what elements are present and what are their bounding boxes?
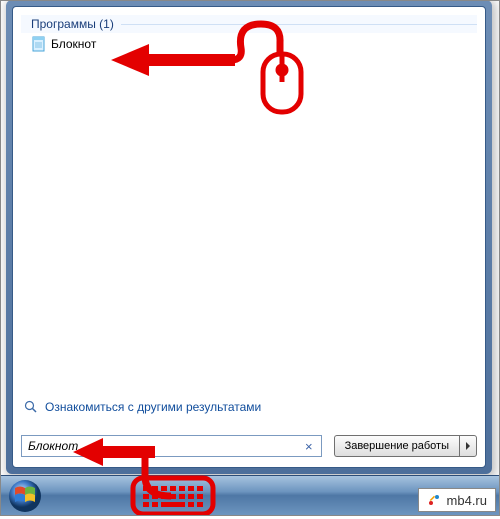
result-item-notepad[interactable]: Блокнот: [21, 34, 477, 54]
start-button[interactable]: [1, 476, 49, 516]
shutdown-label: Завершение работы: [345, 440, 449, 452]
clear-search-icon[interactable]: ×: [301, 439, 317, 454]
windows-logo-icon: [8, 479, 42, 513]
see-more-results-link[interactable]: Ознакомиться с другими результатами: [23, 395, 475, 419]
results-category-programs: Программы (1): [21, 15, 477, 33]
watermark-text: mb4.ru: [447, 493, 487, 508]
search-icon: [23, 399, 39, 415]
result-label: Блокнот: [51, 37, 96, 51]
shutdown-menu-arrow[interactable]: [459, 435, 477, 457]
search-box[interactable]: ×: [21, 435, 322, 457]
shutdown-button[interactable]: Завершение работы: [334, 435, 459, 457]
start-menu-bottom-row: × Завершение работы: [21, 429, 477, 459]
category-label: Программы (1): [31, 17, 114, 31]
start-menu-panel: Программы (1) Блокнот Озн: [6, 0, 492, 474]
search-input[interactable]: [26, 438, 301, 454]
chevron-right-icon: [464, 442, 472, 450]
notepad-icon: [31, 36, 47, 52]
watermark-icon: [427, 493, 441, 507]
more-results-label: Ознакомиться с другими результатами: [45, 400, 261, 414]
watermark-badge: mb4.ru: [418, 488, 496, 512]
start-menu-results-pane: Программы (1) Блокнот Озн: [12, 6, 486, 468]
shutdown-split-button: Завершение работы: [334, 435, 477, 457]
